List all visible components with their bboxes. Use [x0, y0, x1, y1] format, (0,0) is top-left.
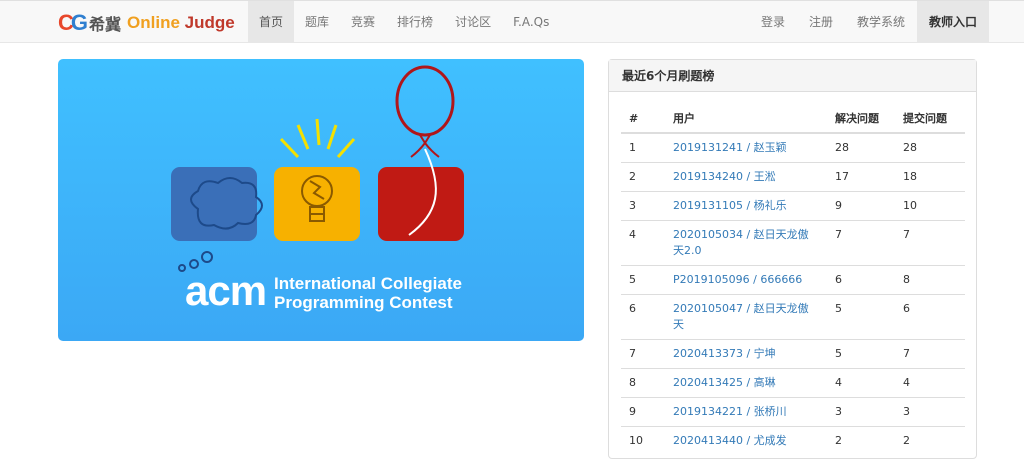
banner-line-1: International Collegiate [274, 274, 462, 293]
user-link[interactable]: 2020413373 / 宁坤 [665, 339, 827, 369]
user-link[interactable]: 2020105047 / 赵日天龙傲天 [665, 294, 827, 340]
solved-cell: 5 [827, 339, 895, 369]
table-row: 7 2020413373 / 宁坤 5 7 [621, 339, 965, 369]
ranking-panel: 最近6个月刷题榜 # 用户 解决问题 提交问题 1 2019131241 / 赵玉… [608, 59, 977, 459]
solved-cell: 3 [827, 397, 895, 427]
submitted-cell: 18 [895, 162, 965, 192]
banner-acm-text: acm [185, 267, 267, 314]
submitted-cell: 10 [895, 191, 965, 221]
teacher-entry-link[interactable]: 教师入口 [916, 1, 989, 43]
table-row: 8 2020413425 / 高琳 4 4 [621, 368, 965, 398]
nav-ranklist[interactable]: 排行榜 [386, 1, 444, 43]
col-submitted-header: 提交问题 [895, 104, 965, 134]
table-row: 9 2019134221 / 张桥川 3 3 [621, 397, 965, 427]
solved-cell: 2 [827, 426, 895, 455]
ranking-panel-title: 最近6个月刷题榜 [609, 60, 976, 92]
solved-cell: 9 [827, 191, 895, 221]
register-link[interactable]: 注册 [797, 1, 845, 43]
rank-cell: 5 [621, 265, 665, 295]
acm-icpc-banner: acm International Collegiate Programming… [58, 59, 584, 341]
table-row: 5 P2019105096 / 666666 6 8 [621, 265, 965, 295]
table-row: 3 2019131105 / 杨礼乐 9 10 [621, 191, 965, 221]
main-nav: 首页 题库 竞赛 排行榜 讨论区 F.A.Qs [248, 1, 560, 43]
solved-cell: 4 [827, 368, 895, 398]
rank-cell: 3 [621, 191, 665, 221]
rank-cell: 8 [621, 368, 665, 398]
table-row: 1 2019131241 / 赵玉颖 28 28 [621, 132, 965, 163]
user-link[interactable]: 2019131105 / 杨礼乐 [665, 191, 827, 221]
rank-cell: 7 [621, 339, 665, 369]
user-link[interactable]: 2019134221 / 张桥川 [665, 397, 827, 427]
submitted-cell: 7 [895, 339, 965, 369]
table-header-row: # 用户 解决问题 提交问题 [621, 104, 965, 134]
banner-line-2: Programming Contest [274, 293, 453, 312]
col-solved-header: 解决问题 [827, 104, 895, 134]
table-row: 6 2020105047 / 赵日天龙傲天 5 6 [621, 294, 965, 340]
submitted-cell: 7 [895, 220, 965, 266]
submitted-cell: 2 [895, 426, 965, 455]
rank-cell: 10 [621, 426, 665, 455]
brand-cn-name: 希冀 [89, 15, 122, 34]
user-nav: 登录 注册 教学系统 教师入口 [749, 1, 989, 43]
submitted-cell: 8 [895, 265, 965, 295]
rank-cell: 9 [621, 397, 665, 427]
nav-home[interactable]: 首页 [248, 1, 295, 43]
teaching-system-link[interactable]: 教学系统 [845, 1, 917, 43]
user-link[interactable]: 2020413440 / 尤成发 [665, 426, 827, 455]
col-rank-header: # [621, 104, 665, 134]
solved-cell: 28 [827, 132, 895, 163]
solved-cell: 7 [827, 220, 895, 266]
cg-logo-icon: CG [58, 10, 88, 35]
solved-cell: 5 [827, 294, 895, 340]
table-row: 2 2019134240 / 王淞 17 18 [621, 162, 965, 192]
col-user-header: 用户 [665, 104, 827, 134]
nav-discuss[interactable]: 讨论区 [444, 1, 502, 43]
rank-cell: 4 [621, 220, 665, 266]
nav-faqs[interactable]: F.A.Qs [502, 1, 560, 43]
user-link[interactable]: 2020413425 / 高琳 [665, 368, 827, 398]
nav-problems[interactable]: 题库 [294, 1, 340, 43]
user-link[interactable]: 2020105034 / 赵日天龙傲天2.0 [665, 220, 827, 266]
table-row: 4 2020105034 / 赵日天龙傲天2.0 7 7 [621, 220, 965, 266]
brand-logo[interactable]: CG 希冀 Online Judge [58, 9, 235, 37]
solved-cell: 17 [827, 162, 895, 192]
user-link[interactable]: P2019105096 / 666666 [665, 265, 827, 295]
login-link[interactable]: 登录 [749, 1, 797, 43]
submitted-cell: 3 [895, 397, 965, 427]
rank-cell: 1 [621, 132, 665, 163]
navbar: CG 希冀 Online Judge 首页 题库 竞赛 排行榜 讨论区 F.A.… [0, 0, 1024, 43]
brand-en-name: Online Judge [127, 13, 235, 32]
table-row: 10 2020413440 / 尤成发 2 2 [621, 426, 965, 455]
nav-contests[interactable]: 竞赛 [340, 1, 386, 43]
submitted-cell: 6 [895, 294, 965, 340]
rank-cell: 6 [621, 294, 665, 340]
user-link[interactable]: 2019134240 / 王淞 [665, 162, 827, 192]
ranking-table: # 用户 解决问题 提交问题 1 2019131241 / 赵玉颖 28 28 2 20… [621, 104, 965, 455]
submitted-cell: 28 [895, 132, 965, 163]
user-link[interactable]: 2019131241 / 赵玉颖 [665, 132, 827, 163]
solved-cell: 6 [827, 265, 895, 295]
submitted-cell: 4 [895, 368, 965, 398]
rank-cell: 2 [621, 162, 665, 192]
